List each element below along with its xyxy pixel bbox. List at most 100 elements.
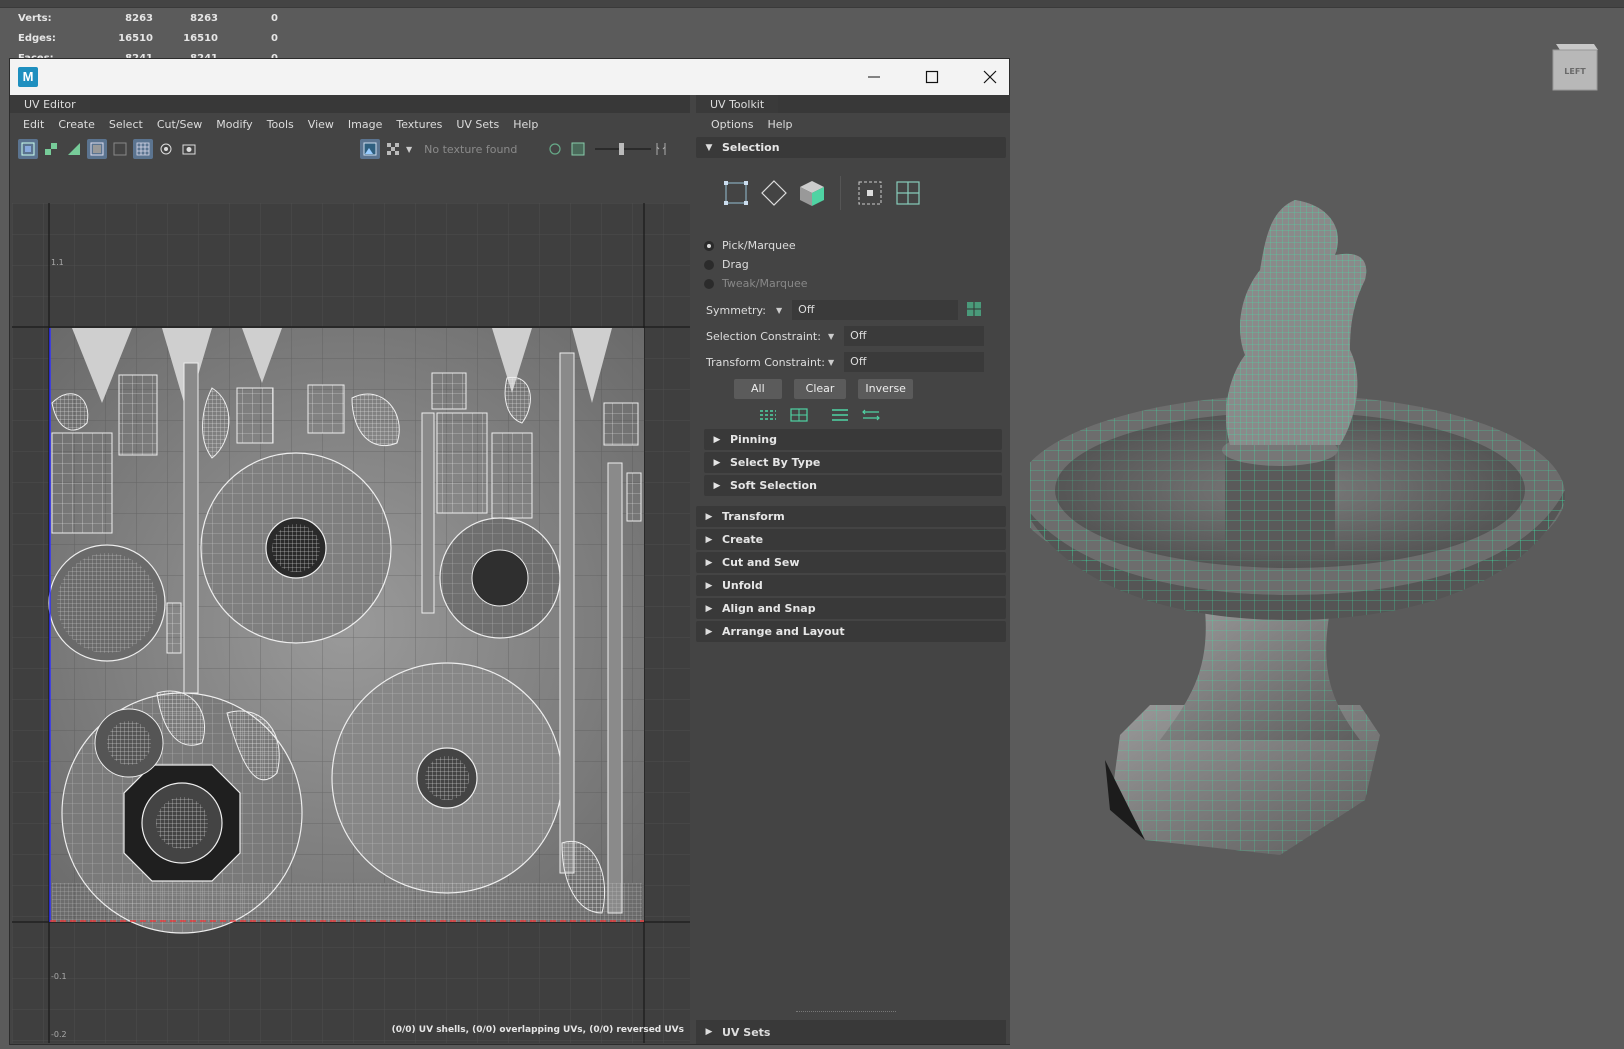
symmetry-row: Symmetry: ▼ Off: [696, 297, 1010, 323]
selection-constraint-dropdown[interactable]: Off: [844, 326, 985, 346]
shrink-selection-icon[interactable]: [758, 407, 778, 423]
menu-help[interactable]: Help: [513, 118, 538, 131]
divider: [840, 176, 850, 210]
inverse-button[interactable]: Inverse: [858, 379, 913, 399]
section-label: Unfold: [722, 579, 763, 592]
mode-drag[interactable]: Drag: [696, 255, 1010, 274]
section-label: UV Sets: [722, 1025, 771, 1039]
chevron-right-icon: ▶: [713, 457, 721, 468]
clear-button[interactable]: Clear: [793, 379, 847, 399]
subsection-soft-selection[interactable]: ▶ Soft Selection: [704, 475, 1002, 496]
menu-options[interactable]: Options: [711, 118, 753, 131]
uv-editor-tabrow: UV Editor: [10, 95, 690, 113]
field-label: Selection Constraint:: [706, 329, 821, 343]
checker-icon[interactable]: [383, 139, 403, 159]
section-transform[interactable]: ▶ Transform: [696, 506, 1006, 527]
image-adjust-icon[interactable]: [568, 139, 588, 159]
symmetry-dropdown[interactable]: Off: [792, 300, 959, 320]
radio-label: Pick/Marquee: [722, 239, 796, 252]
uv-shell-icon[interactable]: [18, 139, 38, 159]
dim-image-icon[interactable]: [87, 139, 107, 159]
hud-value: 16510: [183, 32, 218, 44]
grid-toggle-icon[interactable]: [133, 139, 153, 159]
minimize-button[interactable]: [845, 59, 903, 95]
edge-mode-icon[interactable]: [758, 177, 790, 209]
close-button[interactable]: [961, 59, 1019, 95]
menu-textures[interactable]: Textures: [396, 118, 442, 131]
rgb-channel-icon[interactable]: [545, 139, 565, 159]
section-label: Soft Selection: [730, 479, 817, 492]
grow-selection-icon[interactable]: [789, 407, 809, 423]
hud-label: Verts:: [18, 12, 52, 24]
image-range-icon[interactable]: [110, 139, 130, 159]
uv-canvas[interactable]: 1.1 -0.1 -0.2 (0/0) UV shells, (0/0) ove…: [12, 203, 690, 1043]
section-label: Pinning: [730, 433, 777, 446]
uv-stack-icon[interactable]: [64, 139, 84, 159]
hud-edges-row: Edges: 16510 16510 0: [18, 28, 278, 48]
uv-toolkit-tab[interactable]: UV Toolkit: [696, 95, 779, 113]
section-arrange-and-layout[interactable]: ▶ Arrange and Layout: [696, 621, 1006, 642]
menu-image[interactable]: Image: [348, 118, 382, 131]
subsection-select-by-type[interactable]: ▶ Select By Type: [704, 452, 1002, 473]
chevron-down-icon[interactable]: ▼: [828, 358, 834, 367]
chevron-right-icon: ▶: [705, 534, 713, 545]
chevron-down-icon[interactable]: ▼: [828, 332, 834, 341]
view-cube[interactable]: LEFT: [1550, 38, 1600, 94]
menu-select[interactable]: Select: [109, 118, 143, 131]
radio-label: Tweak/Marquee: [722, 277, 808, 290]
maximize-icon: [925, 70, 939, 84]
symmetry-settings-icon[interactable]: [966, 301, 982, 320]
vertex-mode-icon[interactable]: [720, 177, 752, 209]
section-uv-sets[interactable]: ▶ UV Sets: [696, 1020, 1006, 1044]
menu-help[interactable]: Help: [767, 118, 792, 131]
snapshot-icon[interactable]: [156, 139, 176, 159]
menu-cut-sew[interactable]: Cut/Sew: [157, 118, 202, 131]
menu-tools[interactable]: Tools: [267, 118, 294, 131]
mode-pick-marquee[interactable]: Pick/Marquee: [696, 236, 1010, 255]
camera-icon[interactable]: [179, 139, 199, 159]
hud-label: Edges:: [18, 32, 56, 44]
uv-shell-mode-icon[interactable]: [892, 177, 924, 209]
fountain-model[interactable]: [1030, 200, 1620, 900]
menu-uv-sets[interactable]: UV Sets: [456, 118, 499, 131]
transform-constraint-dropdown[interactable]: Off: [844, 352, 985, 372]
uv-editor-tab[interactable]: UV Editor: [10, 95, 90, 113]
menu-view[interactable]: View: [308, 118, 334, 131]
window-titlebar[interactable]: M: [10, 59, 1009, 95]
section-label: Selection: [722, 141, 780, 154]
chevron-right-icon: ▶: [705, 580, 713, 591]
section-create[interactable]: ▶ Create: [696, 529, 1006, 550]
chevron-down-icon[interactable]: ▼: [406, 145, 412, 154]
section-selection[interactable]: ▼ Selection: [696, 137, 1006, 158]
section-cut-and-sew[interactable]: ▶ Cut and Sew: [696, 552, 1006, 573]
menu-modify[interactable]: Modify: [216, 118, 252, 131]
field-label: Transform Constraint:: [706, 355, 825, 369]
uv-layout-icon[interactable]: [41, 139, 61, 159]
chevron-down-icon[interactable]: ▼: [776, 306, 782, 315]
gamma-icon[interactable]: [651, 139, 671, 159]
section-align-and-snap[interactable]: ▶ Align and Snap: [696, 598, 1006, 619]
menu-edit[interactable]: Edit: [23, 118, 44, 131]
maximize-button[interactable]: [903, 59, 961, 95]
chevron-right-icon: ▶: [713, 434, 721, 445]
hud-value: 16510: [118, 32, 153, 44]
menu-create[interactable]: Create: [58, 118, 95, 131]
uv-editor-window[interactable]: M UV Editor Edit Create Select Cut/Sew M…: [9, 58, 1010, 1045]
top-toolbar-strip: [0, 0, 1624, 8]
select-border-icon[interactable]: [830, 407, 850, 423]
display-image-icon[interactable]: [360, 139, 380, 159]
select-loop-icon[interactable]: [861, 407, 881, 423]
exposure-slider[interactable]: [595, 142, 652, 156]
subsection-pinning[interactable]: ▶ Pinning: [704, 429, 1002, 450]
section-label: Select By Type: [730, 456, 821, 469]
mode-tweak-marquee[interactable]: Tweak/Marquee: [696, 274, 1010, 293]
uv-editor-menubar: Edit Create Select Cut/Sew Modify Tools …: [10, 113, 690, 135]
uv-axis-label-bottom: -0.1: [51, 972, 67, 981]
section-unfold[interactable]: ▶ Unfold: [696, 575, 1006, 596]
face-mode-icon[interactable]: [796, 177, 828, 209]
section-label: Cut and Sew: [722, 556, 800, 569]
select-all-button[interactable]: All: [734, 379, 782, 399]
uv-mode-icon[interactable]: [854, 177, 886, 209]
resize-handle[interactable]: [796, 1011, 896, 1012]
